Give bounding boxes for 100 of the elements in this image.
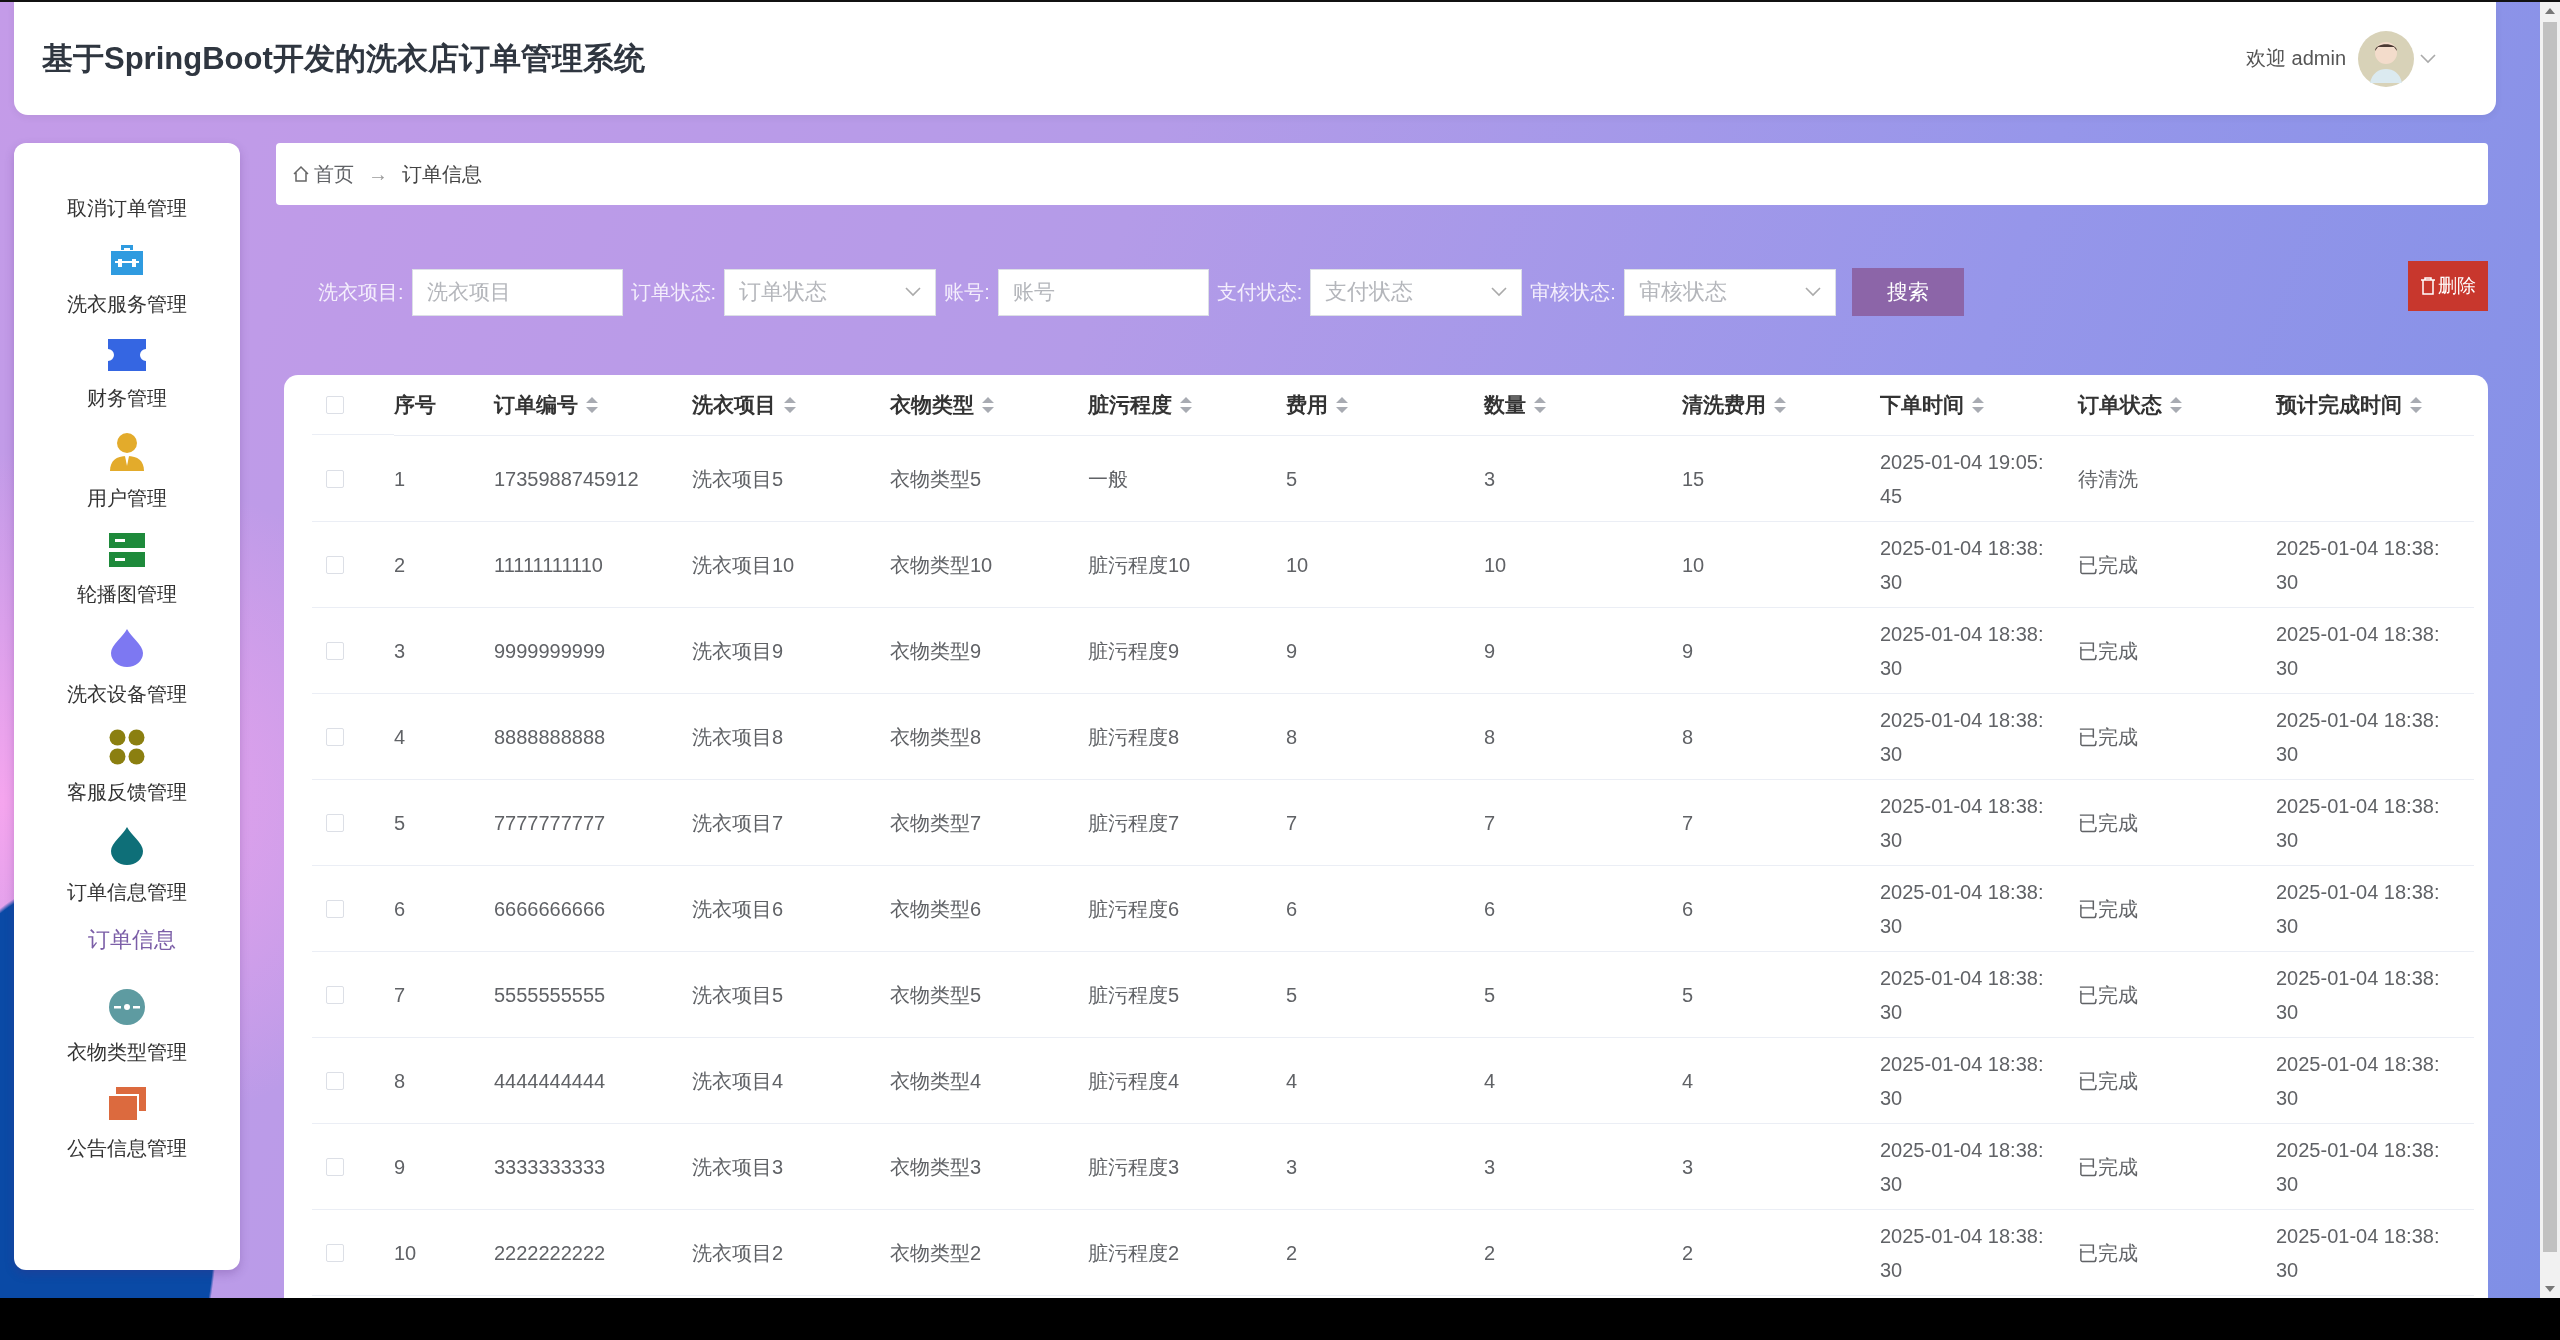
sort-icon[interactable] <box>1972 397 1984 413</box>
table-cell-text: 2025-01-04 18:38:30 <box>2276 707 2441 767</box>
table-cell-text: 10 <box>1682 552 1705 578</box>
table-cell-text: 2025-01-04 18:38:30 <box>2276 535 2441 595</box>
table-cell-text: 8888888888 <box>494 724 606 750</box>
row-checkbox[interactable] <box>326 1071 344 1090</box>
table-cell-text: 2025-01-04 18:38:30 <box>1880 879 2045 939</box>
breadcrumb-link[interactable]: 首页 <box>314 160 354 188</box>
select-all-checkbox[interactable] <box>326 395 344 414</box>
caret-icon <box>2420 53 2436 64</box>
column-header: 清洗费用 <box>1682 392 1766 418</box>
menu-item[interactable]: 洗衣服务管理 <box>67 291 187 317</box>
column-header: 下单时间 <box>1880 392 1964 418</box>
search-button[interactable]: 搜索 <box>1851 268 1964 316</box>
sort-icon[interactable] <box>1534 397 1546 413</box>
table-cell-text: 衣物类型5 <box>890 982 982 1008</box>
sort-icon[interactable] <box>982 397 994 413</box>
chevron-icon <box>1804 287 1821 297</box>
drop-icon <box>111 827 143 865</box>
table-cell-text: 7777777777 <box>494 810 606 836</box>
column-header: 脏污程度 <box>1088 392 1172 418</box>
menu-item[interactable]: 公告信息管理 <box>67 1135 187 1161</box>
table-cell-text: 7 <box>1484 810 1496 836</box>
table-cell-text: 衣物类型9 <box>890 638 982 664</box>
table-cell-text: 15 <box>1682 466 1705 492</box>
table-cell-text: 8 <box>1484 724 1496 750</box>
dots-icon <box>109 729 145 765</box>
table-cell-text: 2025-01-04 18:38:30 <box>2276 1137 2441 1197</box>
home-icon <box>292 165 310 183</box>
column-header: 订单状态 <box>2078 392 2162 418</box>
menu-item[interactable]: 洗衣设备管理 <box>67 681 187 707</box>
table-cell-text: 洗衣项目4 <box>692 1068 784 1094</box>
table-cell-text: 6 <box>394 896 406 922</box>
filter-input[interactable]: 洗衣项目 <box>411 268 623 316</box>
column-header: 数量 <box>1484 392 1526 418</box>
table-cell-text: 洗衣项目9 <box>692 638 784 664</box>
sort-icon[interactable] <box>1336 397 1348 413</box>
row-checkbox[interactable] <box>326 641 344 660</box>
table-cell-text: 3 <box>1286 1154 1298 1180</box>
filter-label: 审核状态: <box>1530 279 1616 305</box>
table-cell-text: 脏污程度7 <box>1088 810 1180 836</box>
row-checkbox[interactable] <box>326 899 344 918</box>
submenu-item[interactable]: 订单信息 <box>88 925 176 955</box>
table-cell-text: 已完成 <box>2078 724 2138 750</box>
menu-item[interactable]: 衣物类型管理 <box>67 1039 187 1065</box>
table-cell-text: 9 <box>1286 638 1298 664</box>
sort-icon[interactable] <box>586 397 598 413</box>
table-cell-text: 脏污程度8 <box>1088 724 1180 750</box>
table-cell-text: 6 <box>1484 896 1496 922</box>
table-cell-text: 已完成 <box>2078 552 2138 578</box>
table-cell-text: 衣物类型10 <box>890 552 993 578</box>
table-cell-text: 10 <box>1286 552 1309 578</box>
table-cell-text: 脏污程度2 <box>1088 1240 1180 1266</box>
filter-input[interactable]: 账号 <box>997 268 1209 316</box>
menu-item[interactable]: 订单信息管理 <box>67 879 187 905</box>
row-checkbox[interactable] <box>326 727 344 746</box>
table-cell-text: 洗衣项目5 <box>692 466 784 492</box>
sort-icon[interactable] <box>784 397 796 413</box>
table-cell-text: 衣物类型5 <box>890 466 982 492</box>
row-checkbox[interactable] <box>326 985 344 1004</box>
table-cell-text: 2025-01-04 18:38:30 <box>1880 1223 2045 1283</box>
menu-item[interactable]: 财务管理 <box>87 385 167 411</box>
table-cell-text: 9999999999 <box>494 638 606 664</box>
row-checkbox[interactable] <box>326 469 344 488</box>
sort-icon[interactable] <box>2410 397 2422 413</box>
table-cell-text: 2025-01-04 18:38:30 <box>1880 793 2045 853</box>
app-title: 基于SpringBoot开发的洗衣店订单管理系统 <box>42 39 645 78</box>
table-cell-text: 脏污程度5 <box>1088 982 1180 1008</box>
menu-item[interactable]: 轮播图管理 <box>77 581 177 607</box>
table-cell-text: 2025-01-04 18:38:30 <box>1880 707 2045 767</box>
delete-button[interactable]: 删除 <box>2408 261 2488 311</box>
table-cell-text: 7 <box>394 982 406 1008</box>
menu-item[interactable]: 客服反馈管理 <box>67 779 187 805</box>
sort-icon[interactable] <box>1180 397 1192 413</box>
table-cell-text: 2025-01-04 18:38:30 <box>2276 1051 2441 1111</box>
table-cell-text: 1735988745912 <box>494 466 639 492</box>
avatar-icon[interactable] <box>2358 30 2414 87</box>
table-cell-text: 1 <box>394 466 406 492</box>
column-header: 预计完成时间 <box>2276 392 2402 418</box>
table-cell-text: 6666666666 <box>494 896 606 922</box>
table-cell-text: 脏污程度6 <box>1088 896 1180 922</box>
ticket-icon <box>108 339 146 371</box>
sort-icon[interactable] <box>2170 397 2182 413</box>
welcome-text: 欢迎 admin <box>2245 46 2346 71</box>
row-checkbox[interactable] <box>326 813 344 832</box>
row-checkbox[interactable] <box>326 1243 344 1262</box>
table-cell-text: 2025-01-04 18:38:30 <box>2276 793 2441 853</box>
table-cell-text: 2025-01-04 19:05:45 <box>1880 449 2045 509</box>
table-cell-text: 8 <box>1286 724 1298 750</box>
sort-icon[interactable] <box>1774 397 1786 413</box>
menu-item[interactable]: 取消订单管理 <box>67 195 187 221</box>
menu-item[interactable]: 用户管理 <box>87 485 167 511</box>
row-checkbox[interactable] <box>326 555 344 574</box>
table-cell-text: 洗衣项目6 <box>692 896 784 922</box>
table-cell-text: 10 <box>394 1240 417 1266</box>
scrollbar[interactable] <box>2540 2 2560 1298</box>
table-cell-text: 3 <box>1484 1154 1496 1180</box>
drop-icon <box>111 629 143 667</box>
row-checkbox[interactable] <box>326 1157 344 1176</box>
table-cell-text: 已完成 <box>2078 1068 2138 1094</box>
